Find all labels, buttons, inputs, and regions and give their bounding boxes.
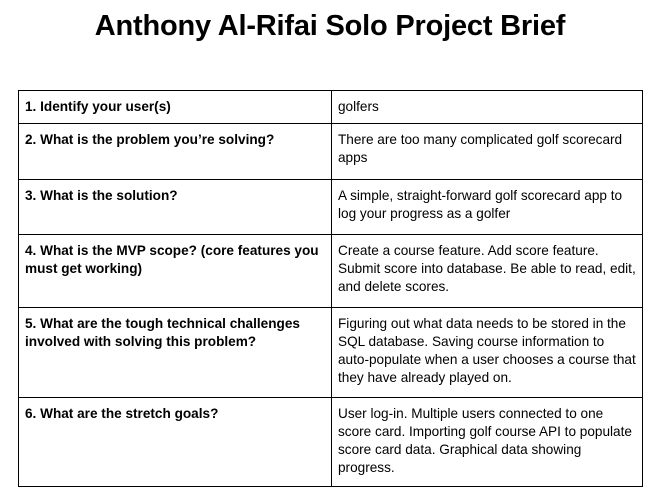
question-cell: 4. What is the MVP scope? (core features…	[18, 234, 332, 308]
answer-cell: Figuring out what data needs to be store…	[331, 307, 643, 398]
question-cell: 3. What is the solution?	[18, 179, 332, 235]
answer-cell: A simple, straight-forward golf scorecar…	[331, 179, 643, 235]
table-row: 4. What is the MVP scope? (core features…	[18, 234, 643, 308]
question-cell: 6. What are the stretch goals?	[18, 397, 332, 487]
table-row: 2. What is the problem you’re solving? T…	[18, 123, 643, 180]
answer-cell: Create a course feature. Add score featu…	[331, 234, 643, 308]
question-cell: 1. Identify your user(s)	[18, 90, 332, 124]
question-cell: 2. What is the problem you’re solving?	[18, 123, 332, 180]
table-row: 3. What is the solution? A simple, strai…	[18, 179, 643, 235]
table-row: 6. What are the stretch goals? User log-…	[18, 397, 643, 487]
table-row: 1. Identify your user(s) golfers	[18, 90, 643, 124]
project-brief-table: 1. Identify your user(s) golfers 2. What…	[18, 90, 643, 487]
page-title: Anthony Al-Rifai Solo Project Brief	[94, 10, 566, 42]
table-row: 5. What are the tough technical challeng…	[18, 307, 643, 398]
answer-cell: There are too many complicated golf scor…	[331, 123, 643, 180]
answer-cell: golfers	[331, 90, 643, 124]
question-cell: 5. What are the tough technical challeng…	[18, 307, 332, 398]
answer-cell: User log-in. Multiple users connected to…	[331, 397, 643, 487]
